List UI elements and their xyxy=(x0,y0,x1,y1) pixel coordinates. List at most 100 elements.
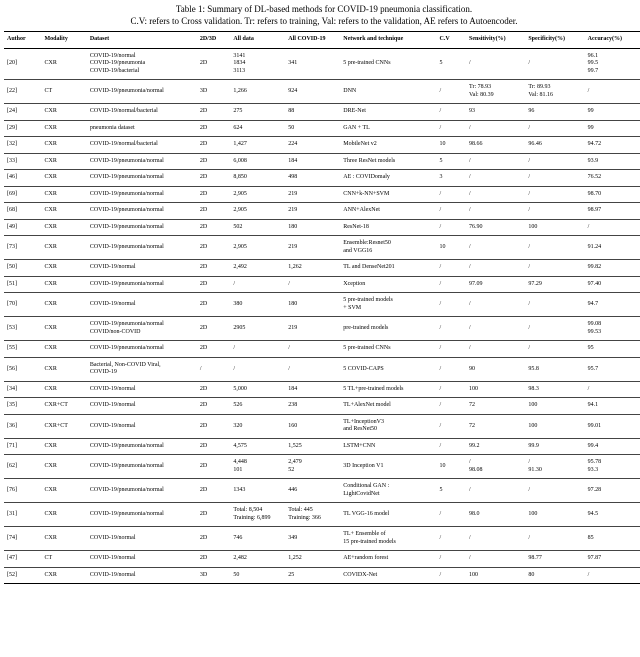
cell-allcovid: / xyxy=(285,341,340,358)
cell-author: [68] xyxy=(4,203,41,220)
cell-spec: 96.46 xyxy=(525,137,584,154)
table-row: [74]CXRCOVID-19/normal2D746349TL+ Ensemb… xyxy=(4,527,640,551)
cell-cv: / xyxy=(437,357,466,381)
cell-cv: / xyxy=(437,219,466,236)
cell-spec: 99.9 xyxy=(525,438,584,455)
cell-modality: CXR xyxy=(41,276,86,293)
cell-dataset: COVID-19/normal xyxy=(87,414,197,438)
cell-alldata: 4,448 101 xyxy=(230,455,285,479)
cell-dim: 2D xyxy=(197,551,231,568)
cell-dim: 2D xyxy=(197,186,231,203)
cell-allcovid: 2,479 52 xyxy=(285,455,340,479)
cell-sens: / xyxy=(466,479,525,503)
cell-acc: 99.82 xyxy=(585,260,640,277)
table-row: [34]CXRCOVID-19/normal2D5,0001845 TL+pre… xyxy=(4,381,640,398)
cell-spec: Tr: 89.93 Val: 81.16 xyxy=(525,80,584,104)
cell-modality: CXR xyxy=(41,381,86,398)
cell-dataset: COVID-19/normal/bacterial xyxy=(87,137,197,154)
cell-network: 5 COVID-CAPS xyxy=(340,357,436,381)
cell-spec: 100 xyxy=(525,219,584,236)
cell-network: TL+ Ensemble of 15 pre-trained models xyxy=(340,527,436,551)
cell-sens: / xyxy=(466,48,525,80)
cell-allcovid: 219 xyxy=(285,236,340,260)
table-row: [22]CTCOVID-19/pneumonia/normal3D1,26692… xyxy=(4,80,640,104)
cell-sens: / xyxy=(466,551,525,568)
cell-acc: 94.72 xyxy=(585,137,640,154)
cell-author: [46] xyxy=(4,170,41,187)
cell-dim: 2D xyxy=(197,153,231,170)
cell-sens: / xyxy=(466,170,525,187)
cell-modality: CXR xyxy=(41,341,86,358)
cell-dataset: COVID-19/normal xyxy=(87,527,197,551)
cell-dim: 2D xyxy=(197,341,231,358)
cell-modality: CXR xyxy=(41,203,86,220)
col-dim: 2D/3D xyxy=(197,32,231,49)
cell-acc: 97.40 xyxy=(585,276,640,293)
table-row: [71]CXRCOVID-19/pneumonia/normal2D4,5751… xyxy=(4,438,640,455)
cell-acc: 94.1 xyxy=(585,398,640,415)
cell-dim: 2D xyxy=(197,260,231,277)
cell-dataset: COVID-19/pneumonia/normal xyxy=(87,219,197,236)
cell-modality: CXR xyxy=(41,293,86,317)
cell-dim: 2D xyxy=(197,317,231,341)
cell-cv: / xyxy=(437,276,466,293)
cell-dataset: COVID-19/normal xyxy=(87,398,197,415)
cell-spec: / xyxy=(525,293,584,317)
cell-acc: 94.5 xyxy=(585,503,640,527)
cell-dim: 2D xyxy=(197,527,231,551)
cell-modality: CXR xyxy=(41,357,86,381)
cell-cv: / xyxy=(437,503,466,527)
cell-cv: 3 xyxy=(437,170,466,187)
cell-spec: / xyxy=(525,527,584,551)
cell-acc: 98.97 xyxy=(585,203,640,220)
cell-spec: 97.29 xyxy=(525,276,584,293)
cell-acc: 97.87 xyxy=(585,551,640,568)
cell-acc: 93.9 xyxy=(585,153,640,170)
cell-author: [35] xyxy=(4,398,41,415)
cell-alldata: 5,000 xyxy=(230,381,285,398)
cell-spec: 98.77 xyxy=(525,551,584,568)
cell-dataset: COVID-19/pneumonia/normal xyxy=(87,438,197,455)
cell-sens: / xyxy=(466,527,525,551)
cell-spec: / xyxy=(525,170,584,187)
cell-allcovid: 88 xyxy=(285,104,340,121)
cell-acc: 99.08 99.53 xyxy=(585,317,640,341)
cell-acc: / xyxy=(585,80,640,104)
cell-dim: 2D xyxy=(197,104,231,121)
cell-cv: / xyxy=(437,80,466,104)
cell-author: [33] xyxy=(4,153,41,170)
cell-author: [34] xyxy=(4,381,41,398)
cell-modality: CXR xyxy=(41,438,86,455)
cell-dataset: COVID-19/normal xyxy=(87,567,197,584)
cell-dataset: COVID-19/pneumonia/normal COVID/non-COVI… xyxy=(87,317,197,341)
cell-alldata: 2,905 xyxy=(230,236,285,260)
cell-allcovid: 184 xyxy=(285,381,340,398)
table-row: [73]CXRCOVID-19/pneumonia/normal2D2,9052… xyxy=(4,236,640,260)
cell-cv: / xyxy=(437,104,466,121)
cell-alldata: 2,482 xyxy=(230,551,285,568)
cell-alldata: / xyxy=(230,341,285,358)
cell-sens: 72 xyxy=(466,398,525,415)
cell-dim: 2D xyxy=(197,455,231,479)
col-modality: Modality xyxy=(41,32,86,49)
cell-modality: CT xyxy=(41,80,86,104)
cell-alldata: / xyxy=(230,357,285,381)
cell-network: pre-trained models xyxy=(340,317,436,341)
cell-sens: / xyxy=(466,317,525,341)
table-row: [55]CXRCOVID-19/pneumonia/normal2D//5 pr… xyxy=(4,341,640,358)
cell-acc: 99 xyxy=(585,104,640,121)
col-network: Network and technique xyxy=(340,32,436,49)
cell-network: Conditional GAN : LightCovidNet xyxy=(340,479,436,503)
cell-spec: 96 xyxy=(525,104,584,121)
cell-spec: / xyxy=(525,479,584,503)
cell-cv: / xyxy=(437,438,466,455)
cell-network: AE : COVIDomaly xyxy=(340,170,436,187)
cell-network: 3D Inception V1 xyxy=(340,455,436,479)
cell-dataset: COVID-19/pneumonia/normal xyxy=(87,341,197,358)
cell-alldata: 526 xyxy=(230,398,285,415)
cell-allcovid: 180 xyxy=(285,219,340,236)
cell-modality: CXR xyxy=(41,260,86,277)
table-row: [76]CXRCOVID-19/pneumonia/normal2D134344… xyxy=(4,479,640,503)
col-dataset: Dataset xyxy=(87,32,197,49)
cell-dim: 2D xyxy=(197,381,231,398)
